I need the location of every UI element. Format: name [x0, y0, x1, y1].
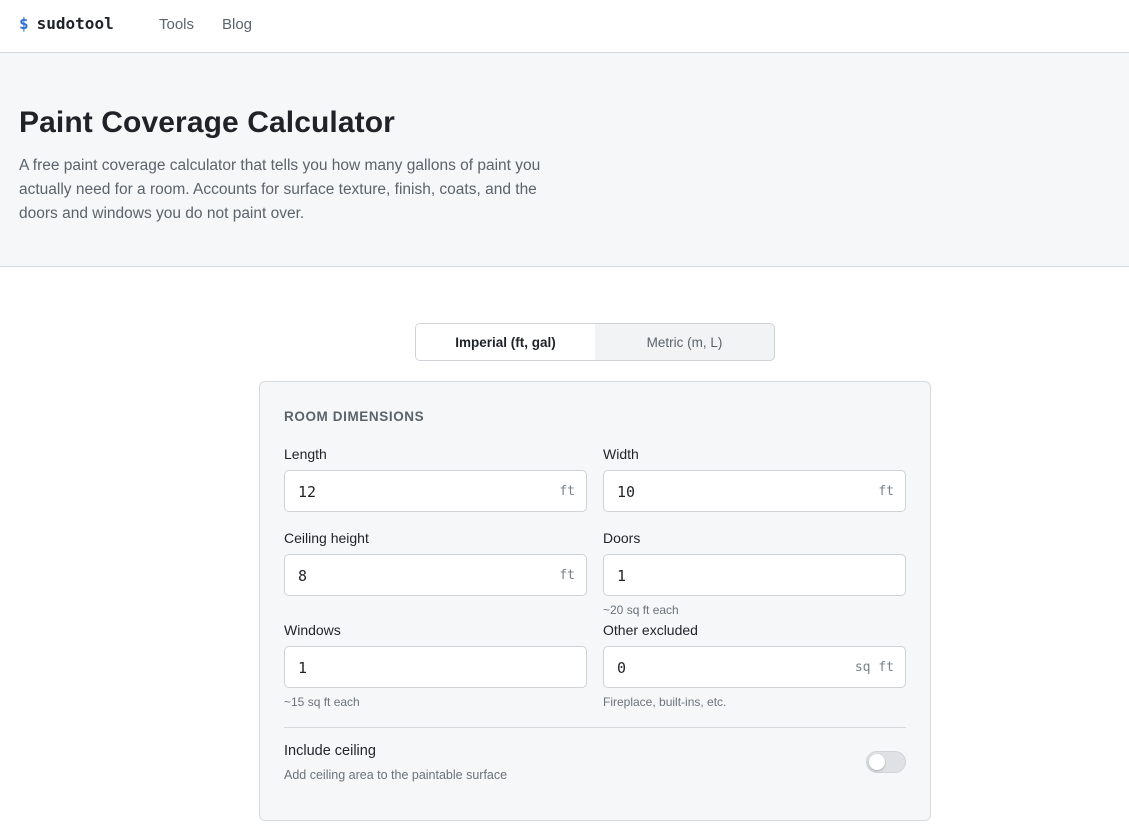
site-logo[interactable]: $ sudotool	[19, 14, 114, 33]
include-ceiling-toggle[interactable]	[866, 751, 906, 773]
doors-input[interactable]: 1	[603, 554, 906, 596]
length-unit: ft	[559, 484, 575, 499]
windows-hint: ~15 sq ft each	[284, 695, 360, 709]
windows-input[interactable]: 1	[284, 646, 587, 688]
windows-value: 1	[298, 659, 308, 677]
room-dimensions-card: ROOM DIMENSIONS Length 12 ft Width 10 ft…	[259, 381, 931, 821]
nav-link-blog[interactable]: Blog	[222, 16, 252, 33]
width-value: 10	[617, 483, 636, 501]
width-label: Width	[603, 446, 639, 462]
unit-toggle: Imperial (ft, gal) Metric (m, L)	[415, 323, 775, 361]
doors-label: Doors	[603, 530, 641, 546]
divider	[284, 727, 906, 728]
ceiling-height-label: Ceiling height	[284, 530, 369, 546]
imperial-unit-button[interactable]: Imperial (ft, gal)	[416, 324, 595, 360]
other-excluded-hint: Fireplace, built-ins, etc.	[603, 695, 727, 709]
length-label: Length	[284, 446, 327, 462]
page-description: A free paint coverage calculator that te…	[19, 157, 541, 222]
length-value: 12	[298, 483, 317, 501]
doors-hint: ~20 sq ft each	[603, 603, 679, 617]
logo-dollar-icon: $	[19, 14, 29, 33]
windows-label: Windows	[284, 622, 341, 638]
include-ceiling-label: Include ceiling	[284, 743, 376, 759]
nav-link-tools[interactable]: Tools	[159, 16, 194, 33]
other-excluded-value: 0	[617, 659, 627, 677]
include-ceiling-description: Add ceiling area to the paintable surfac…	[284, 768, 508, 782]
width-unit: ft	[878, 484, 894, 499]
hero-section: Paint Coverage Calculator A free paint c…	[0, 53, 1129, 267]
metric-unit-button[interactable]: Metric (m, L)	[595, 324, 774, 360]
top-nav: $ sudotool Tools Blog	[0, 0, 1129, 53]
length-input[interactable]: 12 ft	[284, 470, 587, 512]
other-excluded-unit: sq ft	[854, 660, 894, 675]
other-excluded-input[interactable]: 0 sq ft	[603, 646, 906, 688]
ceiling-height-value: 8	[298, 567, 308, 585]
ceiling-height-input[interactable]: 8 ft	[284, 554, 587, 596]
page-title: Paint Coverage Calculator	[19, 106, 395, 139]
toggle-knob	[869, 754, 885, 770]
width-input[interactable]: 10 ft	[603, 470, 906, 512]
logo-text: sudotool	[36, 14, 114, 33]
section-title: ROOM DIMENSIONS	[284, 409, 425, 424]
doors-value: 1	[617, 567, 627, 585]
other-excluded-label: Other excluded	[603, 622, 698, 638]
ceiling-height-unit: ft	[559, 568, 575, 583]
